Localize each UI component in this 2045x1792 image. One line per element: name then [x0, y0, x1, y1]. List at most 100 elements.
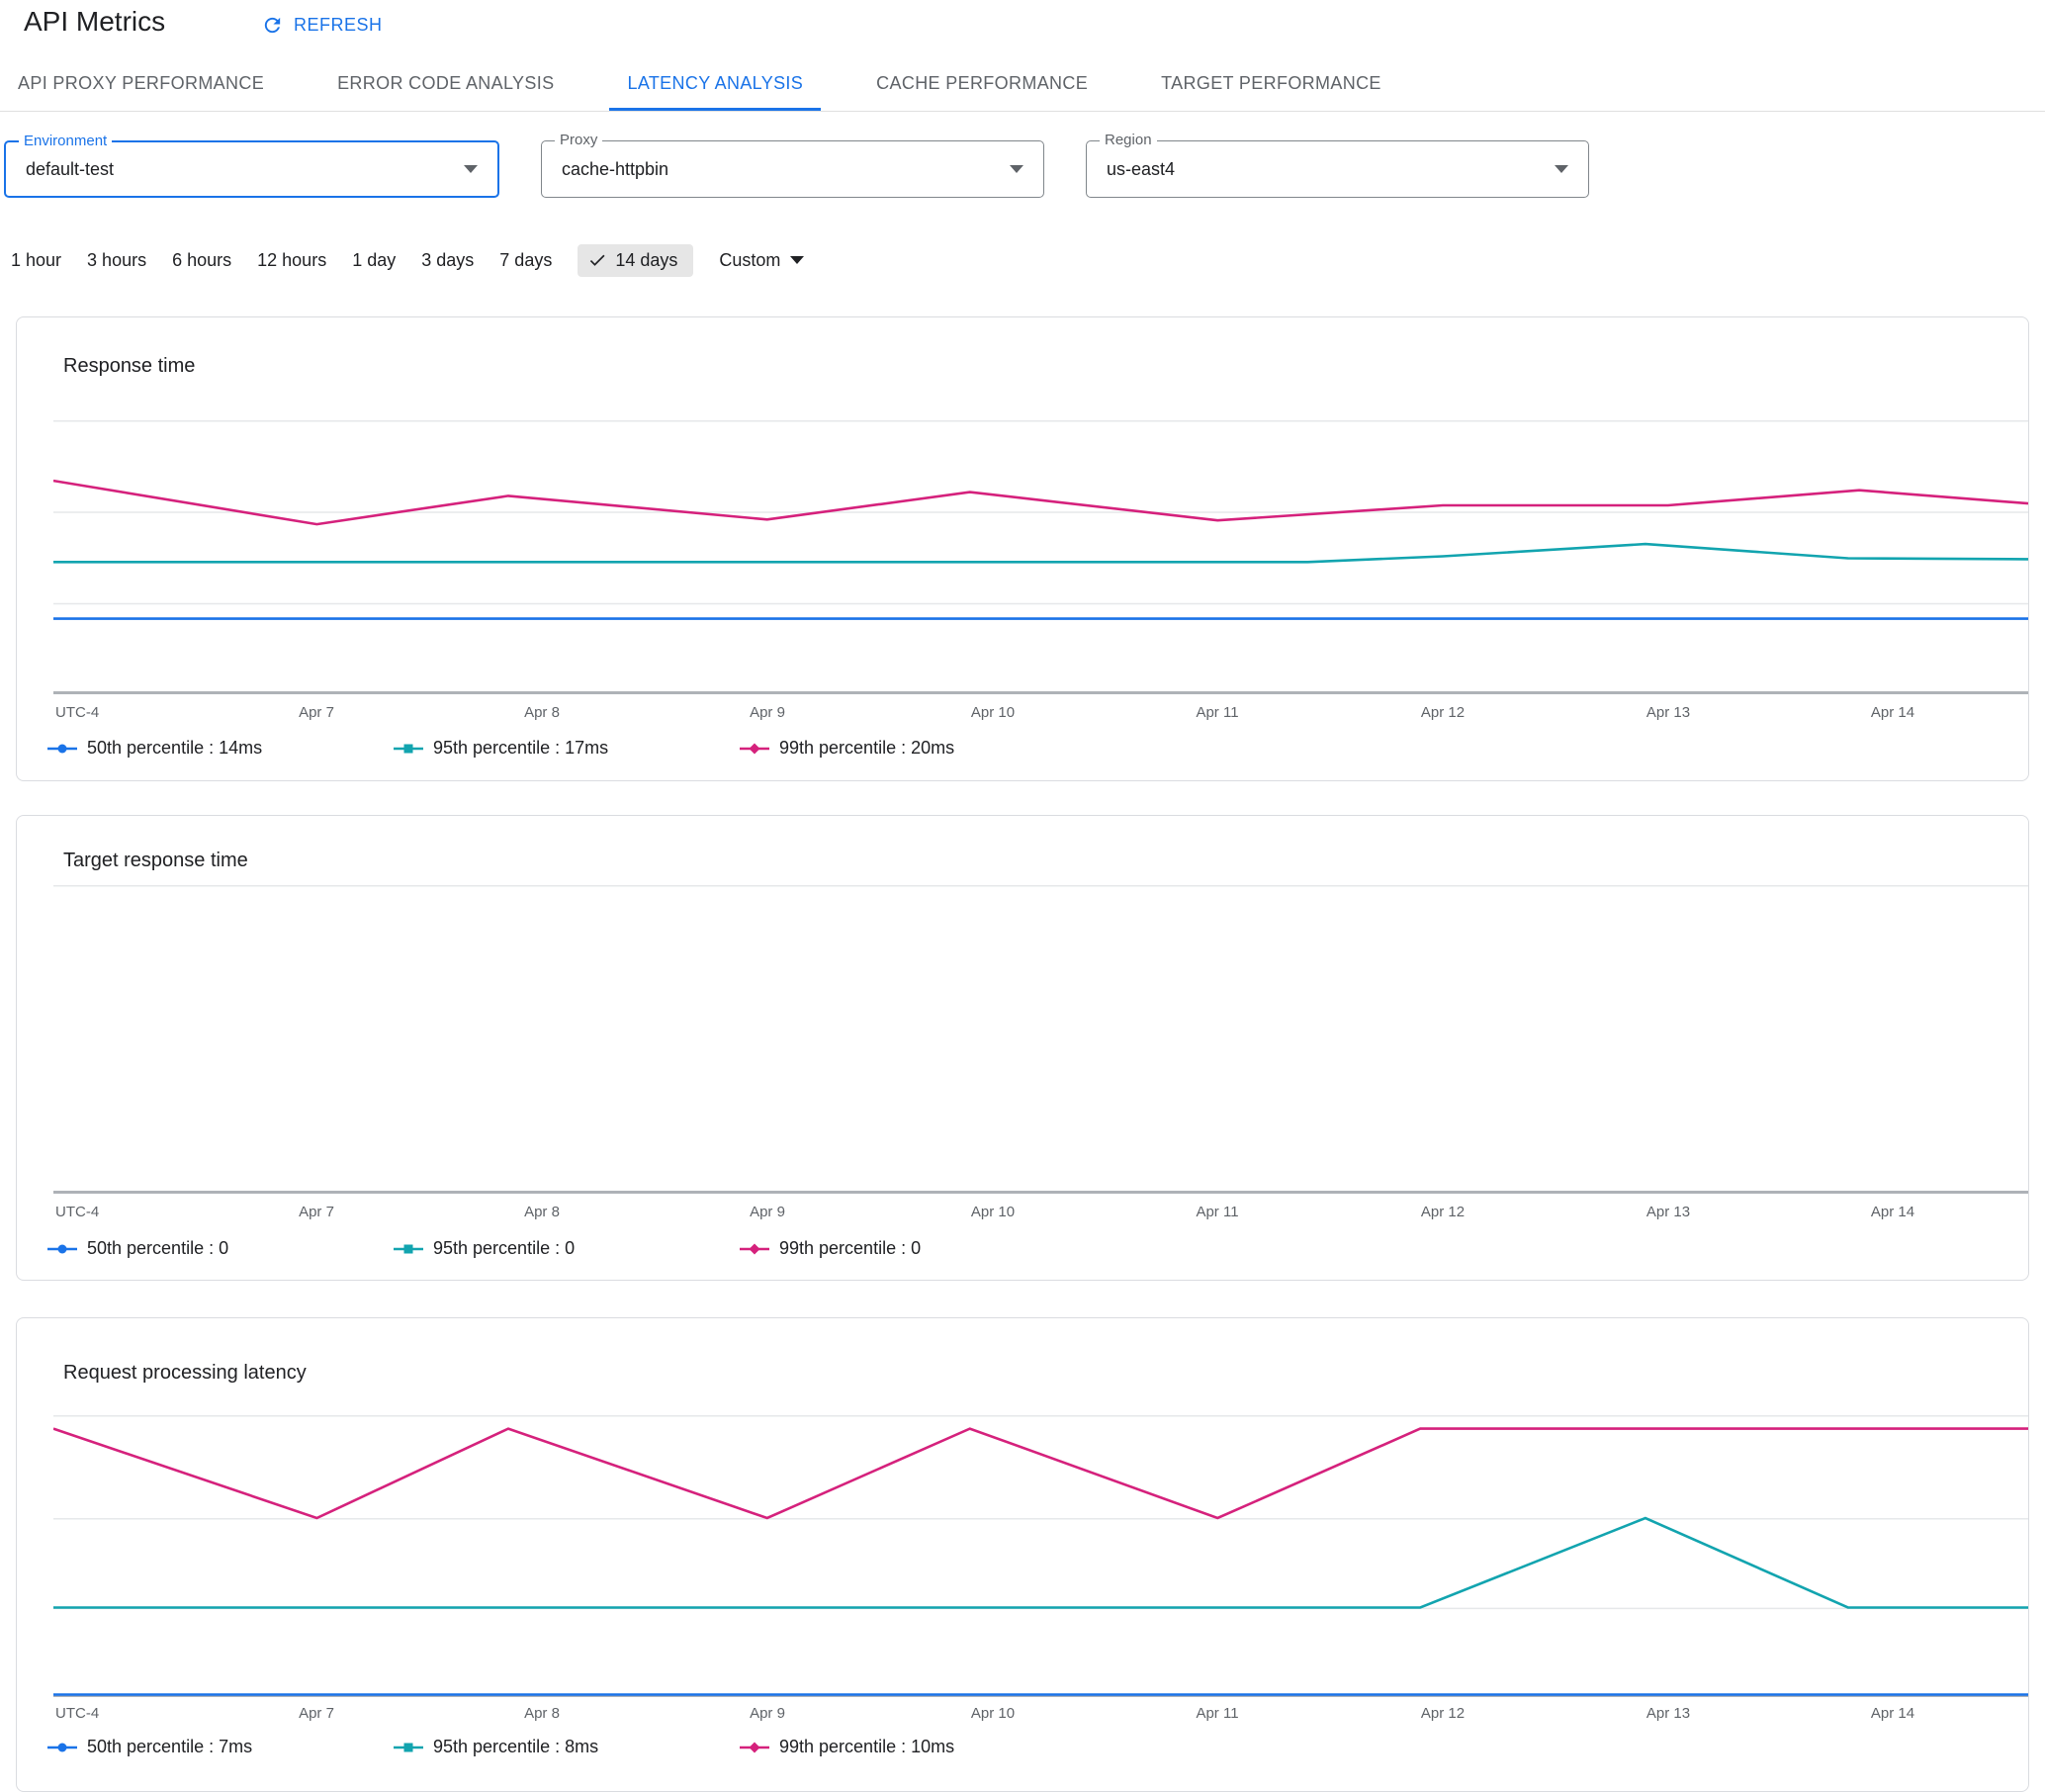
axis-tick-label: Apr 13 [1645, 704, 1691, 721]
legend-item-95th[interactable]: 95th percentile : 17ms [394, 738, 740, 759]
region-select[interactable]: Region us-east4 [1086, 132, 1589, 198]
axis-tick-label: Apr 12 [1420, 704, 1466, 721]
legend-item-99th[interactable]: 99th percentile : 10ms [740, 1737, 1086, 1757]
time-range-option[interactable]: 7 days [499, 250, 552, 271]
time-range-option[interactable]: 3 days [421, 250, 474, 271]
axis-tick-label: Apr 9 [750, 1204, 785, 1220]
chevron-down-icon [1010, 165, 1023, 173]
page-title: API Metrics [24, 6, 166, 37]
tab-api-proxy-performance[interactable]: API PROXY PERFORMANCE [0, 59, 282, 111]
legend-item-50th[interactable]: 50th percentile : 0 [47, 1238, 394, 1259]
chevron-down-icon [464, 165, 478, 173]
refresh-label: REFRESH [294, 15, 383, 35]
legend-label: 50th percentile : 14ms [87, 738, 263, 758]
axis-tick-label: Apr 9 [750, 704, 785, 721]
axis-tick-label: Apr 11 [1196, 1705, 1239, 1722]
target-response-time-card: Target response time UTC-4 Apr 7 Apr 8 Apr … [16, 815, 2029, 1281]
environment-select[interactable]: Environment default-test [4, 133, 499, 198]
legend-label: 99th percentile : 20ms [779, 738, 955, 758]
legend-item-50th[interactable]: 50th percentile : 7ms [47, 1737, 394, 1757]
axis-tick-label: Apr 10 [970, 1204, 1016, 1220]
custom-range-button[interactable]: Custom [719, 249, 805, 271]
refresh-icon [264, 17, 281, 34]
time-range-option[interactable]: 3 hours [87, 250, 146, 271]
legend-marker-circle-icon [47, 742, 77, 756]
legend-label: 50th percentile : 0 [87, 1238, 229, 1258]
chevron-down-icon [1555, 165, 1568, 173]
axis-tick-label: Apr 10 [970, 1705, 1016, 1722]
time-range-option[interactable]: 6 hours [172, 250, 231, 271]
legend-marker-diamond-icon [740, 742, 769, 756]
region-select-label: Region [1100, 132, 1157, 148]
tab-target-performance[interactable]: TARGET PERFORMANCE [1143, 59, 1399, 111]
axis-tick-label: Apr 14 [1870, 1204, 1915, 1220]
chart-legend: 50th percentile : 0 95th percentile : 0 … [47, 1238, 1086, 1259]
tab-error-code-analysis[interactable]: ERROR CODE ANALYSIS [319, 59, 572, 111]
custom-range-label: Custom [719, 249, 781, 270]
legend-item-95th[interactable]: 95th percentile : 0 [394, 1238, 740, 1259]
axis-tick-label: Apr 13 [1645, 1204, 1691, 1220]
tab-cache-performance[interactable]: CACHE PERFORMANCE [858, 59, 1106, 111]
legend-label: 95th percentile : 0 [433, 1238, 576, 1258]
time-range-option[interactable]: 1 hour [11, 250, 61, 271]
environment-select-label: Environment [19, 133, 113, 149]
x-axis-ticks: UTC-4 Apr 7 Apr 8 Apr 9 Apr 10 Apr 11 Apr 12 Ap… [53, 1204, 2028, 1223]
legend-marker-diamond-icon [740, 1741, 769, 1754]
axis-tick-label: Apr 9 [750, 1705, 785, 1722]
time-range-option[interactable]: 12 hours [257, 250, 326, 271]
axis-tick-label: Apr 12 [1420, 1705, 1466, 1722]
axis-tick-label: Apr 13 [1645, 1705, 1691, 1722]
environment-select-value: default-test [26, 158, 115, 179]
time-range-selected-chip[interactable]: 14 days [578, 243, 694, 277]
axis-tick-label: Apr 8 [524, 1705, 560, 1722]
x-axis-ticks: UTC-4 Apr 7 Apr 8 Apr 9 Apr 10 Apr 11 Apr 12 Ap… [53, 704, 2028, 724]
proxy-select[interactable]: Proxy cache-httpbin [541, 132, 1044, 198]
check-icon [590, 254, 605, 266]
axis-tick-label: Apr 7 [299, 1705, 334, 1722]
legend-marker-circle-icon [47, 1741, 77, 1754]
proxy-select-label: Proxy [555, 132, 603, 148]
refresh-button[interactable]: REFRESH [261, 14, 383, 37]
response-time-card: Response time UTC-4 Apr 7 Apr 8 Apr 9 Apr 10… [16, 316, 2029, 781]
axis-utc-label: UTC-4 [55, 1705, 100, 1722]
chart-title: Target response time [63, 850, 248, 871]
proxy-select-value: cache-httpbin [562, 158, 669, 179]
time-range-bar: 1 hour 3 hours 6 hours 12 hours 1 day 3 days 7… [11, 242, 805, 278]
legend-label: 50th percentile : 7ms [87, 1737, 253, 1756]
legend-item-99th[interactable]: 99th percentile : 0 [740, 1238, 1086, 1259]
axis-tick-label: Apr 7 [299, 1204, 334, 1220]
axis-utc-label: UTC-4 [55, 704, 100, 721]
tab-latency-analysis[interactable]: LATENCY ANALYSIS [609, 59, 822, 111]
time-range-option[interactable]: 1 day [352, 250, 396, 271]
x-axis-ticks: UTC-4 Apr 7 Apr 8 Apr 9 Apr 10 Apr 11 Apr 12 Ap… [53, 1705, 2028, 1725]
axis-tick-label: Apr 14 [1870, 704, 1915, 721]
axis-tick-label: Apr 14 [1870, 1705, 1915, 1722]
request-processing-latency-chart[interactable] [53, 1415, 2028, 1697]
legend-label: 95th percentile : 17ms [433, 738, 609, 758]
target-response-time-chart[interactable] [53, 885, 2028, 1194]
legend-item-50th[interactable]: 50th percentile : 14ms [47, 738, 394, 759]
axis-tick-label: Apr 11 [1196, 704, 1239, 721]
chart-legend: 50th percentile : 7ms 95th percentile : … [47, 1737, 1086, 1757]
axis-utc-label: UTC-4 [55, 1204, 100, 1220]
legend-item-99th[interactable]: 99th percentile : 20ms [740, 738, 1086, 759]
chart-legend: 50th percentile : 14ms 95th percentile :… [47, 738, 1086, 759]
response-time-chart[interactable] [53, 420, 2028, 694]
legend-marker-square-icon [394, 1242, 423, 1256]
legend-marker-circle-icon [47, 1242, 77, 1256]
chart-title: Response time [63, 355, 196, 377]
axis-tick-label: Apr 12 [1420, 1204, 1466, 1220]
axis-tick-label: Apr 10 [970, 704, 1016, 721]
axis-tick-label: Apr 7 [299, 704, 334, 721]
legend-item-95th[interactable]: 95th percentile : 8ms [394, 1737, 740, 1757]
legend-label: 99th percentile : 10ms [779, 1737, 955, 1756]
request-processing-latency-card: Request processing latency UTC-4 Apr 7 Apr… [16, 1317, 2029, 1792]
axis-tick-label: Apr 11 [1196, 1204, 1239, 1220]
legend-label: 99th percentile : 0 [779, 1238, 922, 1258]
legend-marker-diamond-icon [740, 1242, 769, 1256]
legend-label: 95th percentile : 8ms [433, 1737, 599, 1756]
tab-bar: API PROXY PERFORMANCE ERROR CODE ANALYSI… [0, 59, 2045, 112]
chevron-down-icon [790, 256, 805, 264]
time-range-selected-label: 14 days [615, 249, 678, 270]
legend-marker-square-icon [394, 742, 423, 756]
